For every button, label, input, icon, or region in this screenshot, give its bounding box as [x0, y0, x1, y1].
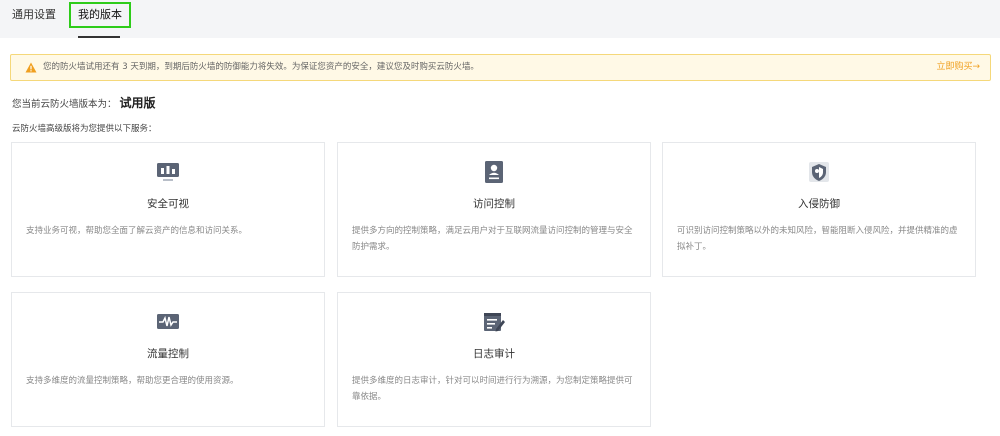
card-title: 日志审计 [473, 348, 515, 360]
alert-message: 您的防火墙试用还有 3 天到期，到期后防火墙的防御能力将失效。为保证您资产的安全… [43, 62, 479, 72]
card-title: 访问控制 [473, 198, 515, 210]
card-description: 可识别访问控制策略以外的未知风险，智能阻断入侵风险，并提供精准的虚拟补丁。 [677, 226, 958, 252]
current-version: 您当前云防火墙版本为： 试用版 [12, 96, 156, 112]
feature-card-security-visibility: 安全可视 支持业务可视，帮助您全面了解云资产的信息和访问关系。 [11, 142, 325, 277]
card-description: 支持业务可视，帮助您全面了解云资产的信息和访问关系。 [26, 226, 248, 236]
card-title: 安全可视 [147, 198, 189, 210]
feature-card-traffic-control: 流量控制 支持多维度的流量控制策略，帮助您更合理的使用资源。 [11, 292, 325, 427]
card-title: 流量控制 [147, 348, 189, 360]
warning-icon [25, 62, 37, 73]
services-intro: 云防火墙高级版将为您提供以下服务： [12, 124, 157, 134]
id-card-icon [485, 161, 503, 183]
tab-general-settings[interactable]: 通用设置 [12, 0, 56, 38]
top-tab-bar: 通用设置 我的版本 [0, 0, 1000, 38]
edit-document-icon [484, 313, 505, 332]
feature-card-log-audit: 日志审计 提供多维度的日志审计，针对可以时间进行行为溯源，为您制定策略提供可靠依… [337, 292, 651, 427]
version-label: 您当前云防火墙版本为： [12, 99, 117, 110]
card-title: 入侵防御 [798, 198, 840, 210]
version-value: 试用版 [119, 96, 156, 110]
waveform-icon [157, 314, 179, 329]
active-tab-underline [78, 36, 120, 38]
buy-now-link[interactable]: 立即购买→ [936, 55, 980, 80]
card-description: 支持多维度的流量控制策略，帮助您更合理的使用资源。 [26, 376, 239, 386]
feature-card-access-control: 访问控制 提供多方向的控制策略，满足云用户对于互联网流量访问控制的管理与安全防护… [337, 142, 651, 277]
tab-my-version[interactable]: 我的版本 [69, 2, 131, 28]
monitor-chart-icon [157, 163, 179, 181]
trial-expiry-alert: 您的防火墙试用还有 3 天到期，到期后防火墙的防御能力将失效。为保证您资产的安全… [10, 54, 991, 81]
card-description: 提供多维度的日志审计，针对可以时间进行行为溯源，为您制定策略提供可靠依据。 [352, 376, 633, 402]
feature-card-intrusion-prevention: 入侵防御 可识别访问控制策略以外的未知风险，智能阻断入侵风险，并提供精准的虚拟补… [662, 142, 976, 277]
card-description: 提供多方向的控制策略，满足云用户对于互联网流量访问控制的管理与安全防护需求。 [352, 226, 633, 252]
shield-icon [809, 162, 829, 182]
